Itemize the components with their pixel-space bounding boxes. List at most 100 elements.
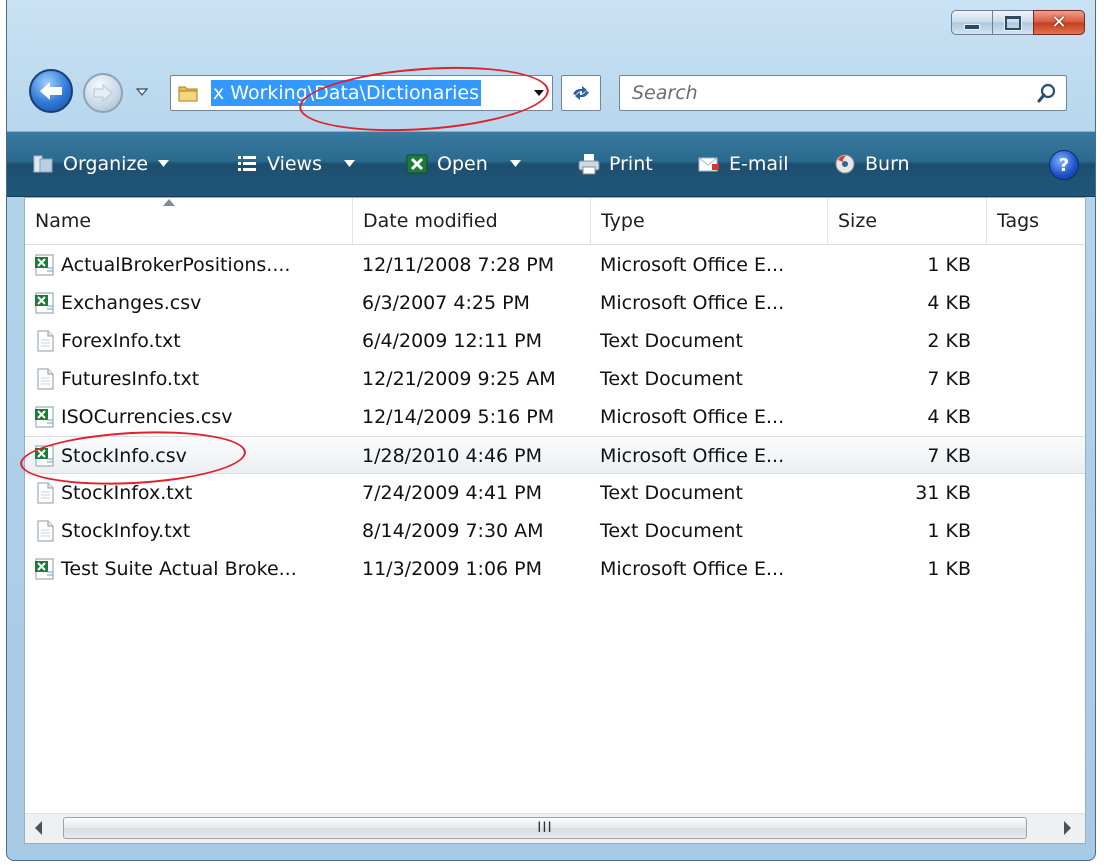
text-document-icon bbox=[37, 520, 54, 542]
navigation-bar: x Working\Data\Dictionaries bbox=[7, 65, 1095, 117]
text-document-icon bbox=[37, 368, 54, 390]
file-size: 2 KB bbox=[927, 330, 971, 352]
maximize-button[interactable] bbox=[992, 10, 1034, 35]
help-button[interactable]: ? bbox=[1049, 150, 1079, 180]
file-size: 1 KB bbox=[927, 520, 971, 542]
column-size-label: Size bbox=[838, 210, 878, 232]
explorer-window: ✕ x Working\Data\Dictionaries Search Org… bbox=[6, 0, 1096, 861]
close-icon: ✕ bbox=[1051, 11, 1067, 33]
column-header-tags[interactable]: Tags bbox=[987, 198, 1085, 244]
open-dropdown-icon bbox=[509, 160, 521, 167]
column-tags-label: Tags bbox=[997, 210, 1040, 232]
excel-csv-icon bbox=[35, 445, 54, 467]
organize-dropdown-icon bbox=[158, 160, 170, 167]
table-row[interactable]: StockInfoy.txt 8/14/2009 7:30 AM Text Do… bbox=[25, 512, 1085, 550]
file-name: Exchanges.csv bbox=[61, 292, 202, 314]
search-icon[interactable] bbox=[1036, 82, 1058, 104]
email-button[interactable]: E-mail bbox=[697, 132, 789, 196]
file-date: 6/4/2009 12:11 PM bbox=[362, 330, 543, 352]
views-button[interactable]: Views bbox=[235, 132, 355, 196]
table-row[interactable]: StockInfox.txt 7/24/2009 4:41 PM Text Do… bbox=[25, 474, 1085, 512]
email-label: E-mail bbox=[729, 153, 789, 175]
folder-icon bbox=[178, 86, 198, 102]
refresh-icon bbox=[573, 86, 589, 100]
minimize-button[interactable] bbox=[951, 10, 993, 35]
close-button[interactable]: ✕ bbox=[1033, 10, 1085, 35]
table-row[interactable]: ActualBrokerPositions.... 12/11/2008 7:2… bbox=[25, 246, 1085, 284]
address-dropdown-icon[interactable] bbox=[532, 86, 546, 100]
excel-csv-icon bbox=[35, 292, 54, 314]
horizontal-scrollbar[interactable]: III bbox=[25, 813, 1085, 843]
file-size: 4 KB bbox=[927, 292, 971, 314]
recent-pages-dropdown-icon[interactable] bbox=[135, 85, 149, 99]
scrollbar-grip: III bbox=[537, 820, 553, 836]
column-name-label: Name bbox=[35, 210, 92, 232]
file-size: 7 KB bbox=[927, 445, 971, 467]
column-header-type[interactable]: Type bbox=[591, 198, 828, 244]
file-name: StockInfoy.txt bbox=[61, 520, 191, 542]
file-type: Microsoft Office E... bbox=[600, 406, 785, 428]
search-input[interactable] bbox=[630, 81, 1036, 105]
email-icon bbox=[698, 157, 719, 172]
table-row[interactable]: Exchanges.csv 6/3/2007 4:25 PM Microsoft… bbox=[25, 284, 1085, 322]
scroll-right-icon[interactable] bbox=[1064, 821, 1071, 835]
file-date: 7/24/2009 4:41 PM bbox=[362, 482, 543, 504]
file-name: ISOCurrencies.csv bbox=[61, 406, 233, 428]
file-date: 11/3/2009 1:06 PM bbox=[362, 558, 543, 580]
title-bar: ✕ bbox=[7, 0, 1095, 60]
table-row[interactable]: ISOCurrencies.csv 12/14/2009 5:16 PM Mic… bbox=[25, 398, 1085, 436]
file-size: 31 KB bbox=[915, 482, 971, 504]
file-list-pane: Name Date modified Type Size Tags Actual… bbox=[24, 197, 1086, 844]
organize-button[interactable]: Organize bbox=[31, 132, 170, 196]
burn-label: Burn bbox=[865, 153, 910, 175]
print-button[interactable]: Print bbox=[577, 132, 653, 196]
file-date: 12/11/2008 7:28 PM bbox=[362, 254, 555, 276]
file-type: Microsoft Office E... bbox=[600, 292, 785, 314]
file-date: 12/21/2009 9:25 AM bbox=[362, 368, 556, 390]
address-path[interactable]: x Working\Data\Dictionaries bbox=[211, 80, 482, 106]
burn-disc-icon bbox=[835, 154, 855, 174]
back-button[interactable] bbox=[29, 69, 73, 113]
table-row[interactable]: FuturesInfo.txt 12/21/2009 9:25 AM Text … bbox=[25, 360, 1085, 398]
text-document-icon bbox=[37, 330, 54, 352]
table-row[interactable]: ForexInfo.txt 6/4/2009 12:11 PM Text Doc… bbox=[25, 322, 1085, 360]
file-name: ActualBrokerPositions.... bbox=[61, 254, 291, 276]
table-row-hovered[interactable]: StockInfo.csv 1/28/2010 4:46 PM Microsof… bbox=[25, 436, 1085, 474]
file-type: Microsoft Office E... bbox=[600, 445, 785, 467]
views-icon bbox=[238, 156, 256, 171]
help-icon: ? bbox=[1058, 154, 1070, 176]
open-label: Open bbox=[437, 153, 488, 175]
file-date: 8/14/2009 7:30 AM bbox=[362, 520, 544, 542]
sort-ascending-icon bbox=[163, 199, 175, 206]
table-row[interactable]: Test Suite Actual Broke... 11/3/2009 1:0… bbox=[25, 550, 1085, 588]
file-type: Microsoft Office E... bbox=[600, 254, 785, 276]
column-header-size[interactable]: Size bbox=[828, 198, 987, 244]
open-button[interactable]: Open bbox=[405, 132, 521, 196]
organize-icon bbox=[33, 155, 53, 173]
refresh-button[interactable] bbox=[561, 75, 601, 111]
back-arrow-icon bbox=[40, 82, 62, 100]
forward-arrow-icon bbox=[93, 83, 113, 103]
printer-icon bbox=[578, 154, 600, 175]
forward-button[interactable] bbox=[83, 73, 123, 113]
file-type: Text Document bbox=[600, 520, 743, 542]
scrollbar-thumb[interactable]: III bbox=[63, 817, 1027, 839]
file-date: 6/3/2007 4:25 PM bbox=[362, 292, 530, 314]
file-size: 1 KB bbox=[927, 254, 971, 276]
file-type: Text Document bbox=[600, 482, 743, 504]
search-box[interactable] bbox=[619, 75, 1067, 111]
column-header-name[interactable]: Name bbox=[25, 198, 353, 244]
burn-button[interactable]: Burn bbox=[833, 132, 910, 196]
file-name: Test Suite Actual Broke... bbox=[61, 558, 297, 580]
file-type: Text Document bbox=[600, 330, 743, 352]
text-document-icon bbox=[37, 482, 54, 504]
file-date: 1/28/2010 4:46 PM bbox=[362, 445, 543, 467]
column-headers: Name Date modified Type Size Tags bbox=[25, 198, 1085, 245]
address-bar[interactable]: x Working\Data\Dictionaries bbox=[170, 75, 553, 111]
file-name: StockInfox.txt bbox=[61, 482, 193, 504]
file-name: ForexInfo.txt bbox=[61, 330, 181, 352]
column-header-date[interactable]: Date modified bbox=[353, 198, 591, 244]
column-type-label: Type bbox=[601, 210, 645, 232]
scroll-left-icon[interactable] bbox=[35, 821, 42, 835]
excel-csv-icon bbox=[35, 254, 54, 276]
